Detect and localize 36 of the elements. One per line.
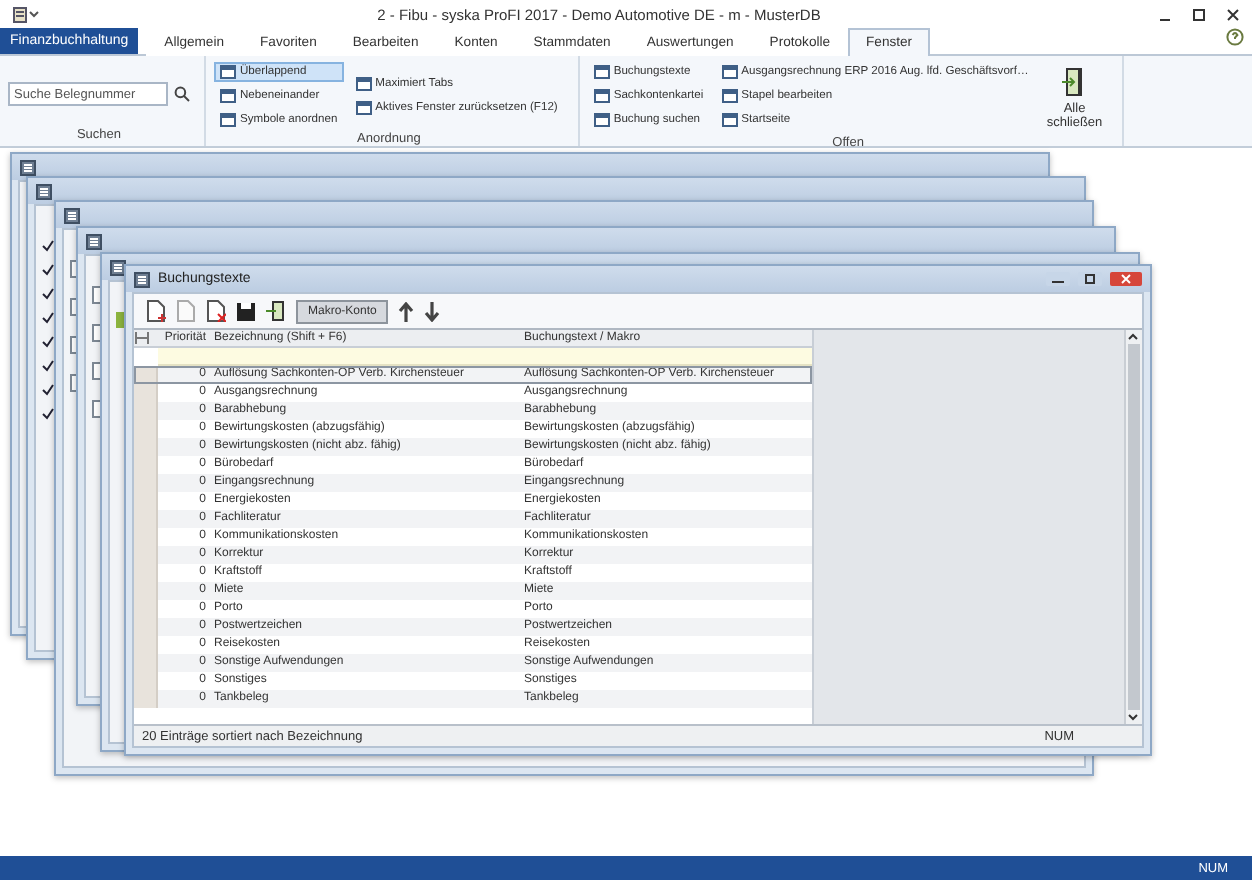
app-icon [12,5,28,23]
door-icon [1062,66,1087,98]
window-icon [86,233,102,249]
save-icon [236,301,256,321]
search-icon [174,86,190,102]
window-icon [593,112,610,128]
new-row[interactable] [158,348,812,366]
window-icon [355,100,372,116]
window-icon [721,88,738,104]
close-icon [1226,7,1240,21]
window-icon [355,76,372,92]
window-icon [593,88,610,104]
window-icon [220,88,236,104]
window-icon [64,207,80,223]
close-icon [1110,272,1142,286]
window-icon [220,112,236,128]
arrow-up-icon [398,301,415,321]
delete-document-icon [206,300,226,322]
window-icon [110,259,126,275]
window-icon [36,183,52,199]
column-chooser-icon [134,332,150,344]
window-icon [220,64,236,80]
scrollbar[interactable] [1124,330,1142,724]
window-icon [721,112,738,128]
new-document-icon [146,300,166,322]
exit-icon [266,300,286,322]
window-icon [20,159,36,175]
window-icon [721,64,738,80]
window-icon [134,271,150,287]
scroll-up-icon [1126,330,1140,344]
dropdown-icon [28,8,40,20]
arrow-down-icon [424,301,441,321]
maximize-icon [1192,7,1206,21]
scroll-down-icon [1126,710,1140,724]
document-icon [176,300,196,322]
window-icon [593,64,610,80]
